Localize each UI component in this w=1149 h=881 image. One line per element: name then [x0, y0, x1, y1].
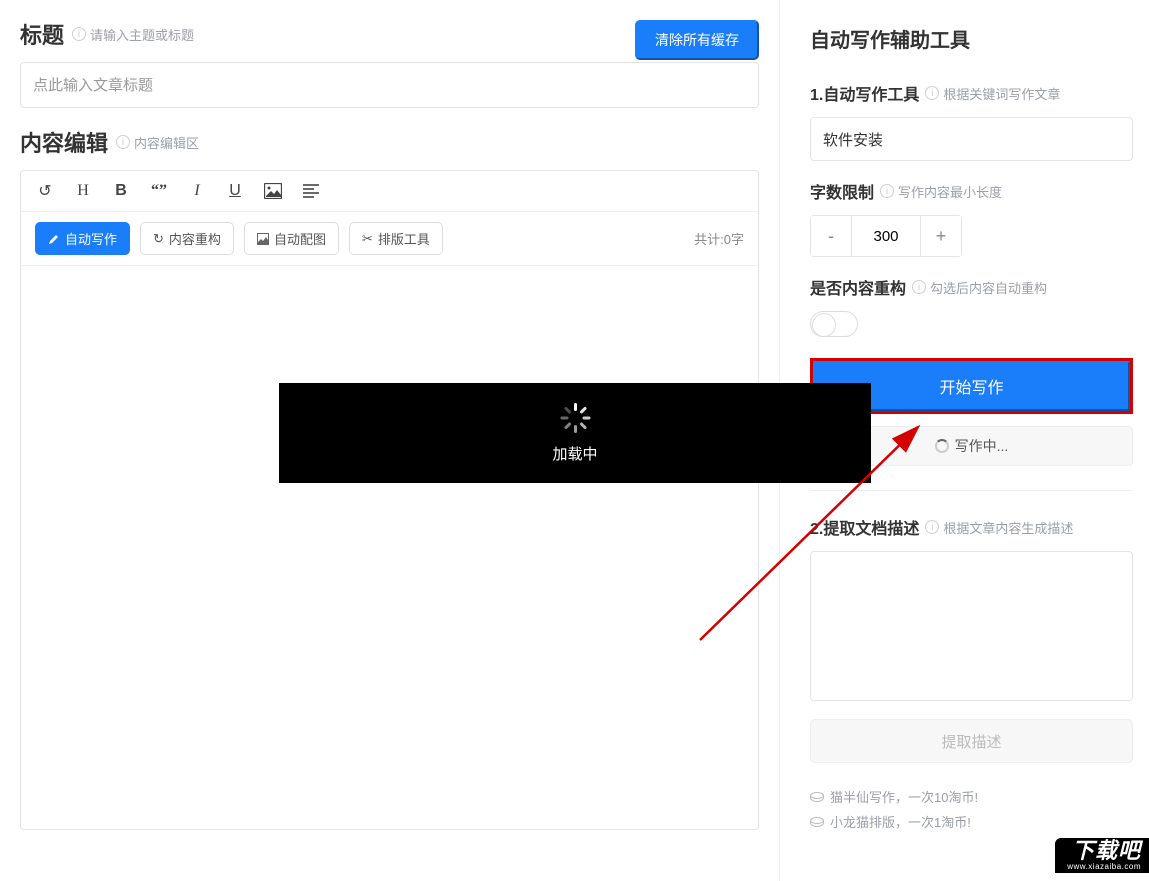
picture-icon: [257, 233, 269, 245]
stepper-minus-button[interactable]: -: [811, 216, 851, 256]
underline-icon[interactable]: U: [225, 181, 245, 201]
loading-text: 加载中: [552, 443, 597, 464]
editor-toolbar: ↺ H B “” I U: [21, 171, 758, 212]
pencil-icon: [48, 233, 60, 245]
editor-box: ↺ H B “” I U 自动写作 ↻: [20, 170, 759, 830]
image-icon[interactable]: [263, 181, 283, 201]
auto-write-button[interactable]: 自动写作: [35, 222, 130, 255]
char-count: 共计:0字: [694, 229, 744, 248]
sec1-hint: i 根据关键词写作文章: [925, 84, 1060, 103]
info-icon: i: [880, 184, 894, 198]
coin-icon: [810, 817, 824, 827]
auto-image-button[interactable]: 自动配图: [244, 222, 339, 255]
info-icon: i: [912, 280, 926, 294]
watermark: 下载吧 www.xiazaiba.com: [1055, 838, 1149, 873]
rebuild-hint: i 勾选后内容自动重构: [912, 278, 1047, 297]
wordlimit-hint: i 写作内容最小长度: [880, 182, 1002, 201]
italic-icon[interactable]: I: [187, 181, 207, 201]
title-label: 标题: [20, 18, 64, 50]
coin-icon: [810, 792, 824, 802]
align-icon[interactable]: [301, 181, 321, 201]
sec2-label: 2.提取文档描述: [810, 515, 919, 539]
rebuild-toggle[interactable]: [810, 311, 858, 337]
tools-icon: ✂: [362, 231, 373, 247]
title-hint: i 请输入主题或标题: [72, 25, 194, 44]
content-hint: i 内容编辑区: [116, 133, 199, 152]
sec1-label: 1.自动写作工具: [810, 81, 919, 105]
divider: [810, 490, 1133, 491]
extract-desc-button[interactable]: 提取描述: [810, 719, 1133, 763]
sec2-hint: i 根据文章内容生成描述: [925, 518, 1073, 537]
quote-icon[interactable]: “”: [149, 181, 169, 201]
keyword-input[interactable]: [810, 117, 1133, 161]
rebuild-button[interactable]: ↻ 内容重构: [140, 222, 234, 255]
clear-cache-button[interactable]: 清除所有缓存: [635, 20, 759, 60]
sidebar-title: 自动写作辅助工具: [810, 24, 1133, 53]
loading-spinner-icon: [560, 403, 590, 433]
spinner-icon: [935, 439, 949, 453]
footer-note-2: 小龙猫排版，一次1淘币!: [810, 812, 1133, 831]
info-icon: i: [116, 135, 130, 149]
info-icon: i: [72, 27, 86, 41]
layout-tool-button[interactable]: ✂ 排版工具: [349, 222, 443, 255]
refresh-icon: ↻: [153, 231, 164, 247]
stepper-plus-button[interactable]: +: [921, 216, 961, 256]
info-icon: i: [925, 520, 939, 534]
title-input[interactable]: [20, 62, 759, 108]
info-icon: i: [925, 86, 939, 100]
wordlimit-stepper: - +: [810, 215, 962, 257]
content-label: 内容编辑: [20, 126, 108, 158]
description-box[interactable]: [810, 551, 1133, 701]
wordlimit-label: 字数限制: [810, 179, 874, 203]
bold-icon[interactable]: B: [111, 181, 131, 201]
undo-icon[interactable]: ↺: [35, 181, 55, 201]
loading-overlay: 加载中: [279, 383, 871, 483]
heading-icon[interactable]: H: [73, 181, 93, 201]
footer-note-1: 猫半仙写作，一次10淘币!: [810, 787, 1133, 806]
rebuild-label: 是否内容重构: [810, 275, 906, 299]
wordlimit-value[interactable]: [851, 216, 921, 256]
